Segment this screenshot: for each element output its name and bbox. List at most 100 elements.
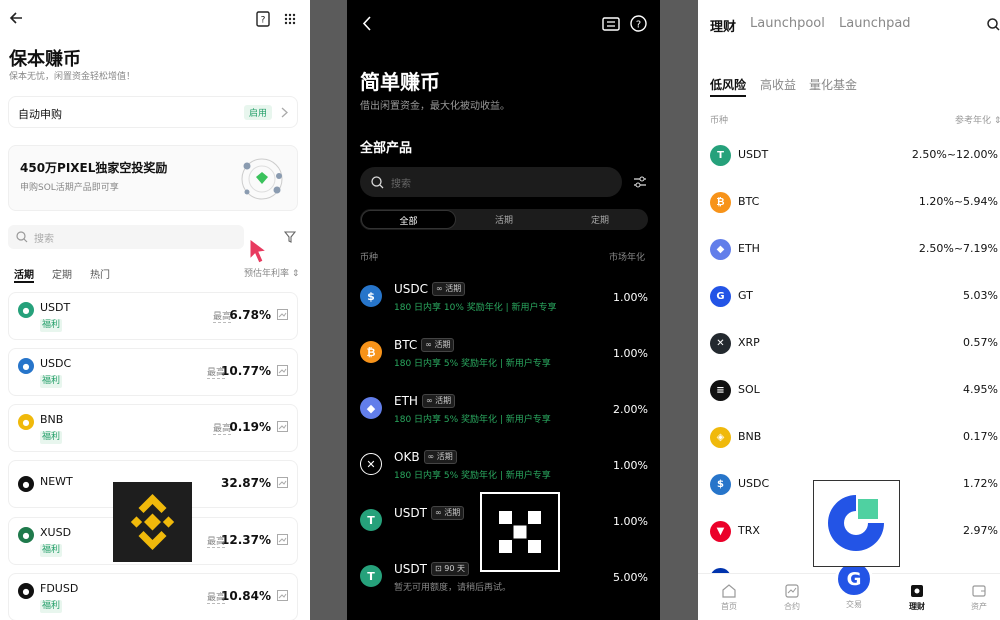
max-label: 最高 [212,309,231,323]
apr-value: 5.03% [963,289,998,302]
coin-icon: T [360,509,382,531]
nav-earn[interactable]: 理财 [904,584,930,612]
svg-text:?: ? [261,16,266,26]
col-ref-apr-label: 参考年化 [955,116,992,126]
trend-chart-icon[interactable] [277,534,288,545]
filter-icon[interactable] [284,231,296,243]
chevron-right-icon [281,107,288,118]
coin-icon: ◆ [360,397,382,419]
promo-banner[interactable]: 450万PIXEL独家空投奖励 申购SOL活期产品即可享 [8,145,298,211]
coin-icon: ● [18,583,34,599]
coin-name-line: USDT ∞ 活期 [394,506,465,520]
subtab-quant-fund[interactable]: 量化基金 [809,76,857,93]
search-placeholder: 搜索 [34,234,54,245]
coin-name: GT [738,289,753,302]
tab-locked[interactable]: 定期 [52,266,72,281]
earn-row[interactable]: ● USDC 福利 10.77% 最高 [8,348,298,396]
filter-sliders-icon[interactable] [633,176,647,188]
coin-icon: ● [18,302,34,318]
trend-chart-icon[interactable] [277,590,288,601]
nav-trade[interactable]: G 交易 [834,560,874,610]
apr-value: 1.72% [963,477,998,490]
product-row[interactable]: ₿ BTC ∞ 活期 180 日内享 5% 奖励年化 | 新用户专享 1.00% [347,338,660,388]
max-label: 最高 [212,421,231,435]
coin-name: SOL [738,383,760,396]
ticket-icon[interactable] [602,17,620,31]
coin-icon: ● [18,476,34,492]
coin-row[interactable]: T USDT 2.50%~12.00% [698,143,1000,173]
coin-row[interactable]: ◆ ETH 2.50%~7.19% [698,237,1000,267]
seg-all[interactable]: 全部 [361,210,456,229]
trend-chart-icon[interactable] [277,309,288,320]
tab-launchpad[interactable]: Launchpad [839,16,911,31]
apr-value: 4.95% [963,383,998,396]
coin-row[interactable]: G GT 5.03% [698,284,1000,314]
nav-futures[interactable]: 合约 [779,584,805,612]
coin-row[interactable]: ≡ SOL 4.95% [698,378,1000,408]
col-ref-apr[interactable]: 参考年化 ⇕ [955,113,1000,126]
max-label: 最高 [206,590,225,604]
earn-row[interactable]: ● BNB 福利 0.19% 最高 [8,404,298,452]
coin-name: NEWT [40,475,73,488]
apr-value: 32.87% [221,476,271,490]
wallet-icon [972,585,986,597]
trend-chart-icon[interactable] [277,421,288,432]
coin-name: BNB [40,413,64,426]
coin-name: BTC [394,338,418,352]
nav-assets[interactable]: 资产 [966,584,992,612]
help-icon[interactable]: ? [630,15,647,32]
search-placeholder: 搜索 [391,179,411,190]
term-tag: ⊡ 90 天 [430,562,469,576]
orbit-gem-icon [237,154,287,204]
search-icon [371,176,384,189]
coin-row[interactable]: ◈ BNB 0.17% [698,425,1000,455]
subtab-low-risk[interactable]: 低风险 [710,76,746,93]
term-tag: ∞ 活期 [421,338,455,352]
subtab-high-yield[interactable]: 高收益 [760,76,796,93]
apr-value: 10.84% [221,589,271,603]
nav-home[interactable]: 首页 [716,584,742,612]
sort-apr[interactable]: 预估年利率 ⇕ [244,266,299,279]
back-arrow-icon[interactable] [9,11,23,25]
apr-value: 2.50%~12.00% [911,148,998,161]
product-row[interactable]: ◆ ETH ∞ 活期 180 日内享 5% 奖励年化 | 新用户专享 2.00% [347,394,660,444]
seg-fixed[interactable]: 定期 [552,213,648,226]
welfare-badge: 福利 [40,375,63,388]
coin-name-line: ETH ∞ 活期 [394,394,456,408]
trend-chart-icon[interactable] [277,477,288,488]
divider-right [660,0,698,620]
coin-name: USDC [40,357,72,370]
grid-menu-icon[interactable] [284,13,296,25]
coin-row[interactable]: ₿ BTC 1.20%~5.94% [698,190,1000,220]
tab-launchpool[interactable]: Launchpool [750,16,825,31]
earn-row[interactable]: ● FDUSD 福利 10.84% 最高 [8,573,298,620]
auto-subscribe-row[interactable]: 自动申购 启用 [8,96,298,128]
section-title: 全部产品 [360,141,413,156]
earn-row[interactable]: ● USDT 福利 6.78% 最高 [8,292,298,340]
coin-row[interactable]: ✕ XRP 0.57% [698,331,1000,361]
welfare-badge: 福利 [40,431,63,444]
coin-name: OKB [394,450,420,464]
trend-chart-icon[interactable] [277,365,288,376]
page-title: 简单赚币 [360,70,440,94]
coin-icon: ₿ [360,341,382,363]
coin-icon: G [710,286,731,307]
panel-gate-earn: 理财 Launchpool Launchpad 低风险 高收益 量化基金 币种 … [698,0,1000,620]
coin-name-line: BTC ∞ 活期 [394,338,455,352]
seg-all-label: 全部 [399,217,418,227]
coin-name: BNB [738,430,762,443]
back-chevron-icon[interactable] [362,16,371,31]
help-doc-icon[interactable]: ? [256,11,270,27]
welfare-badge: 福利 [40,544,63,557]
tab-earn[interactable]: 理财 [710,16,736,35]
tab-hot[interactable]: 热门 [90,266,110,281]
search-input[interactable]: 搜索 [360,167,622,197]
apr-value: 5.00% [613,571,648,584]
seg-flexible[interactable]: 活期 [456,213,552,226]
coin-icon: ₿ [710,192,731,213]
search-input[interactable]: 搜索 [8,225,244,249]
search-icon[interactable] [987,18,1000,31]
coin-icon: ✕ [710,333,731,354]
tab-flexible[interactable]: 活期 [14,266,34,281]
product-row[interactable]: $ USDC ∞ 活期 180 日内享 10% 奖励年化 | 新用户专享 1.00% [347,282,660,332]
